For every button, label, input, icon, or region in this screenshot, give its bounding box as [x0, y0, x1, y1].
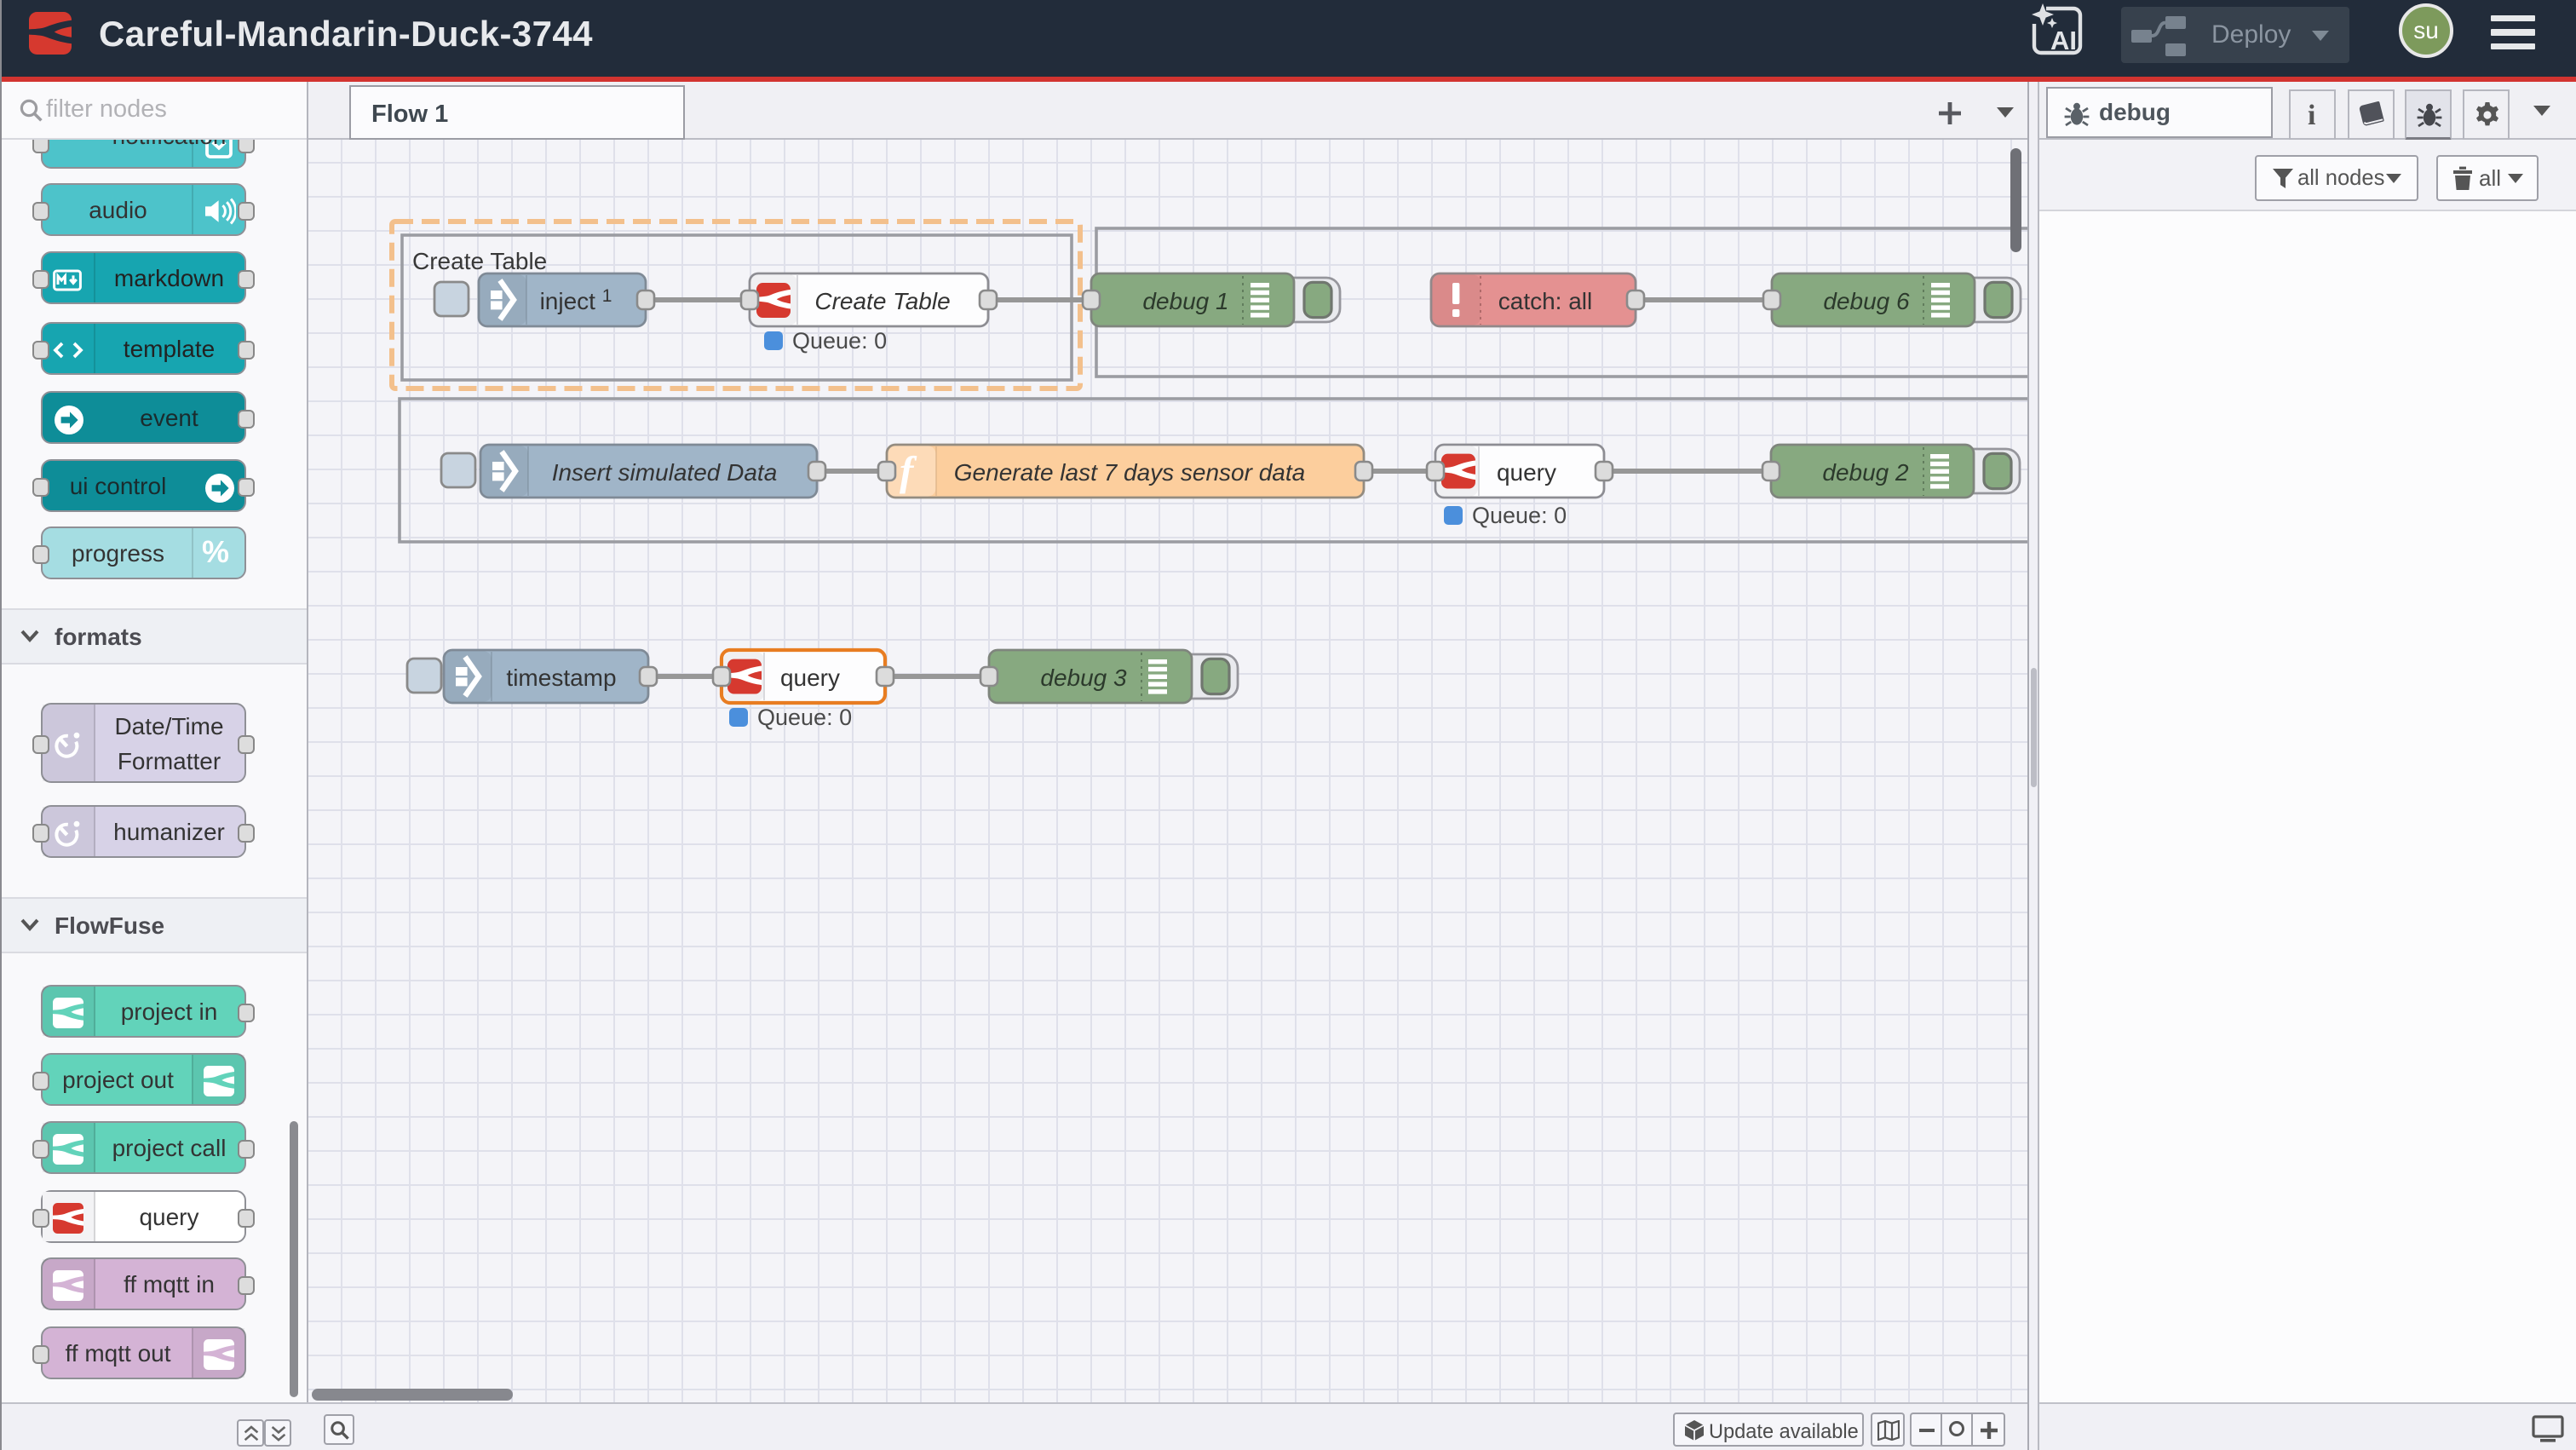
svg-text:Create Table: Create Table [412, 248, 547, 274]
svg-text:Create Table: Create Table [814, 288, 950, 314]
svg-text:query: query [1497, 459, 1556, 486]
svg-text:Queue: 0: Queue: 0 [792, 328, 887, 354]
svg-text:catch: all: catch: all [1498, 288, 1593, 314]
svg-text:AI: AI [2050, 26, 2077, 55]
svg-text:Queue: 0: Queue: 0 [1472, 503, 1567, 528]
svg-text:query: query [780, 665, 840, 691]
svg-text:Insert simulated Data: Insert simulated Data [552, 459, 778, 486]
svg-text:Generate last 7 days sensor da: Generate last 7 days sensor data [954, 459, 1305, 486]
svg-text:inject 1: inject 1 [540, 286, 612, 314]
svg-text:debug 1: debug 1 [1142, 288, 1228, 314]
svg-text:Queue: 0: Queue: 0 [757, 705, 852, 730]
svg-text:timestamp: timestamp [506, 665, 616, 691]
svg-text:debug 2: debug 2 [1822, 459, 1909, 486]
svg-text:debug 3: debug 3 [1040, 665, 1127, 691]
svg-text:debug 6: debug 6 [1823, 288, 1910, 314]
